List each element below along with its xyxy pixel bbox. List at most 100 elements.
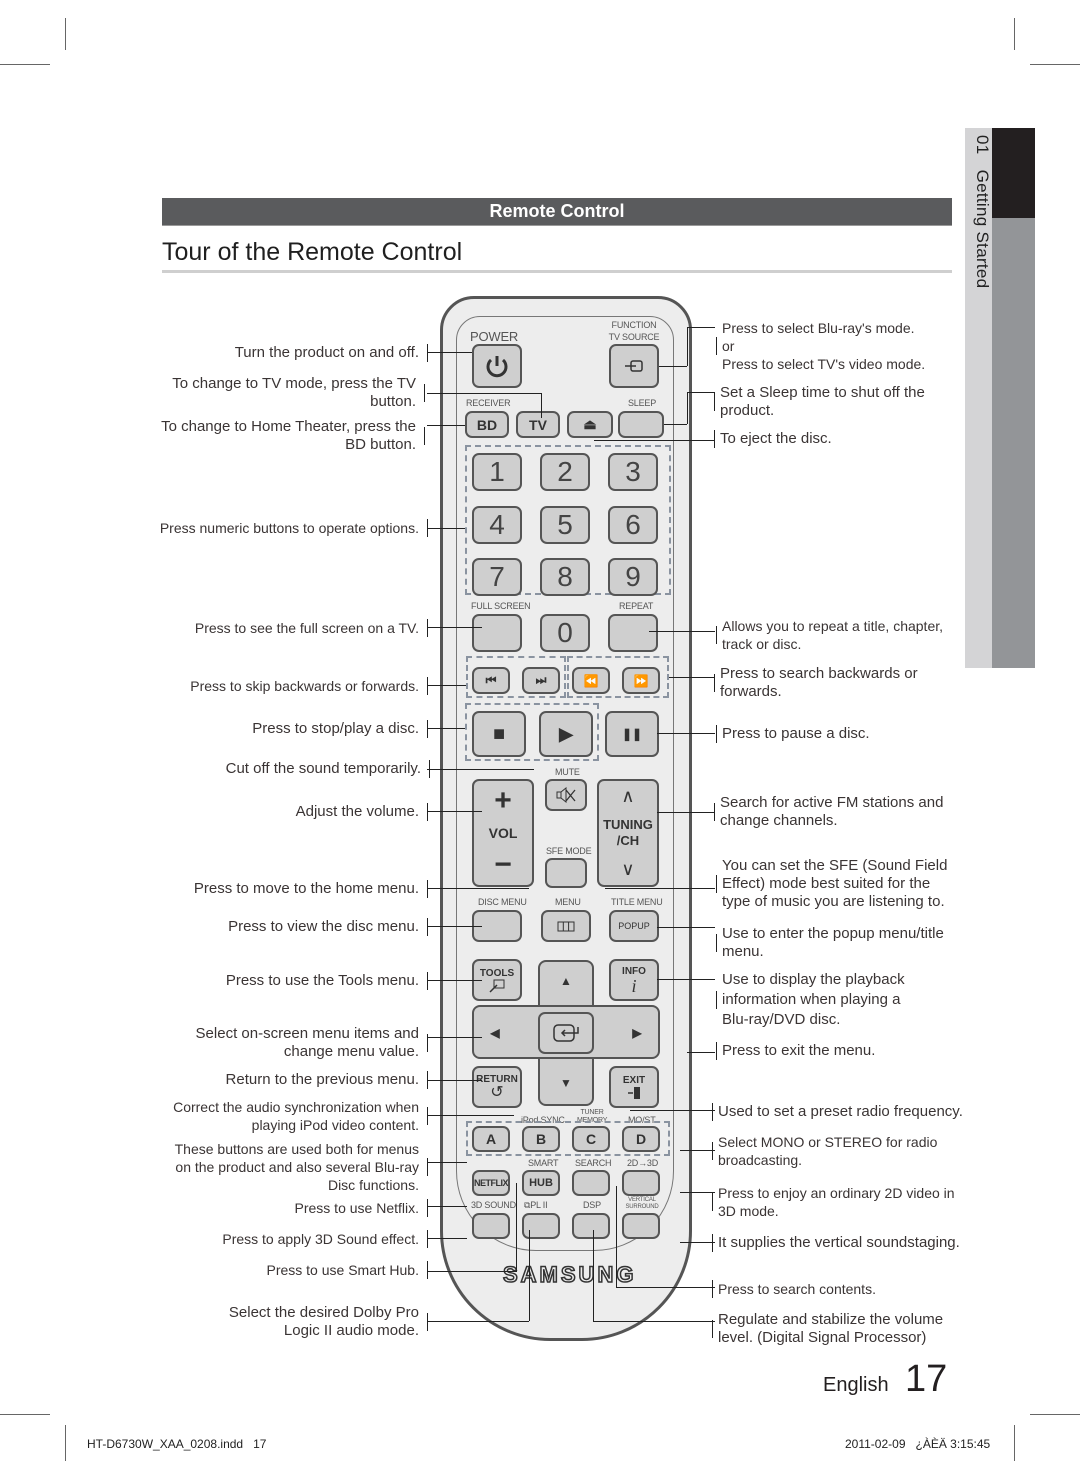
return-icon: ↺ — [490, 1083, 504, 1101]
leader-line — [680, 1242, 715, 1243]
leader-line — [427, 1271, 517, 1272]
leader-line — [669, 677, 715, 678]
note-tools: Press to use the Tools menu. — [225, 972, 419, 989]
skip-back-button[interactable]: ⏮ — [472, 667, 510, 694]
input-source-icon — [625, 360, 643, 372]
note-netflix: Press to use Netflix. — [294, 1200, 420, 1216]
digit-7-button[interactable]: 7 — [472, 558, 522, 596]
digit-4-button[interactable]: 4 — [472, 506, 522, 544]
b-button[interactable]: B — [522, 1126, 560, 1152]
print-file-name: HT-D6730W_XAA_0208.indd 17 — [87, 1437, 267, 1451]
leader-line — [687, 1052, 715, 1053]
dsp-button[interactable] — [572, 1213, 610, 1239]
power-label: POWER — [470, 329, 519, 344]
skip-forward-button[interactable]: ⏭ — [522, 667, 560, 694]
leader-line — [657, 733, 715, 734]
note-sleep: Set a Sleep time to shut off the product… — [720, 384, 925, 419]
stop-button[interactable]: ■ — [472, 711, 526, 757]
down-arrow-button[interactable]: ▼ — [549, 1068, 583, 1098]
volume-up-icon[interactable]: + — [494, 785, 512, 816]
leader-tick — [712, 1142, 713, 1160]
page-title: Tour of the Remote Control — [162, 238, 463, 266]
leader-line — [664, 424, 687, 425]
digit-9-button[interactable]: 9 — [608, 558, 658, 596]
bd-button[interactable]: BD — [465, 411, 509, 438]
leader-line — [687, 327, 715, 328]
digit-8-button[interactable]: 8 — [540, 558, 590, 596]
info-button[interactable]: INFO i — [609, 959, 659, 1001]
pause-button[interactable]: ❚❚ — [605, 711, 659, 757]
menu-label: MENU — [555, 897, 581, 907]
left-arrow-button[interactable]: ◀ — [480, 1018, 510, 1048]
eject-button[interactable]: ⏏ — [567, 411, 613, 438]
smart-hub-button[interactable]: HUB — [522, 1170, 560, 1196]
digit-6-button[interactable]: 6 — [608, 506, 658, 544]
leader-line — [593, 1321, 715, 1322]
leader-line — [427, 1115, 514, 1116]
volume-rocker[interactable]: + VOL − — [472, 779, 534, 887]
leader-line — [427, 888, 529, 889]
fast-forward-button[interactable]: ⏩ — [622, 667, 660, 694]
note-mo-st: Select MONO or STEREO for radio broadcas… — [718, 1134, 938, 1168]
page-number: 17 — [905, 1358, 948, 1400]
note-color-buttons: These buttons are used both for menus on… — [174, 1141, 419, 1193]
mute-button[interactable] — [545, 779, 587, 811]
tuning-channel-rocker[interactable]: ∧ TUNING/CH ∨ — [597, 779, 659, 887]
tv-source-label: TV SOURCE — [608, 332, 660, 342]
title-menu-popup-button[interactable]: POPUP — [609, 910, 659, 942]
note-stop-play: Press to stop/play a disc. — [252, 720, 419, 737]
volume-down-icon[interactable]: − — [494, 850, 512, 880]
sleep-button[interactable] — [618, 411, 664, 438]
digit-0-button[interactable]: 0 — [540, 614, 590, 652]
2d-to-3d-button[interactable] — [622, 1170, 660, 1196]
function-tv-source-button[interactable] — [609, 344, 659, 388]
exit-door-icon — [628, 1086, 640, 1099]
digit-3-button[interactable]: 3 — [608, 453, 658, 491]
leader-line — [427, 1206, 467, 1207]
enter-button[interactable] — [538, 1012, 594, 1054]
leader-line — [594, 440, 715, 441]
up-arrow-button[interactable]: ▲ — [549, 966, 583, 996]
d-button[interactable]: D — [622, 1126, 660, 1152]
sfe-mode-button[interactable] — [545, 858, 587, 888]
digit-1-button[interactable]: 1 — [472, 453, 522, 491]
note-power: Turn the product on and off. — [234, 344, 419, 361]
vertical-surround-label: VERTICAL SURROUND — [625, 1197, 659, 1210]
leader-line — [687, 392, 688, 424]
a-button[interactable]: A — [472, 1126, 510, 1152]
3d-sound-button[interactable] — [472, 1213, 510, 1239]
leader-tick — [716, 1042, 717, 1060]
leader-tick — [716, 626, 717, 644]
channel-up-icon[interactable]: ∧ — [621, 786, 634, 807]
chapter-tab-marker — [992, 128, 1035, 218]
pl2-button[interactable] — [522, 1213, 560, 1239]
right-arrow-button[interactable]: ▶ — [622, 1018, 652, 1048]
home-menu-button[interactable] — [541, 910, 591, 942]
info-label: INFO — [622, 965, 646, 977]
return-button[interactable]: RETURN ↺ — [472, 1066, 522, 1108]
netflix-button[interactable]: NETFLIX — [472, 1170, 510, 1196]
disc-menu-label: DISC MENU — [478, 897, 527, 907]
leader-tick — [427, 972, 428, 990]
leader-line — [541, 393, 542, 418]
leader-line — [657, 927, 715, 928]
rewind-button[interactable]: ⏪ — [572, 667, 610, 694]
play-button[interactable]: ▶ — [539, 711, 593, 757]
digit-5-button[interactable]: 5 — [540, 506, 590, 544]
channel-down-icon[interactable]: ∨ — [621, 859, 634, 880]
leader-tick — [427, 720, 428, 738]
title-divider — [162, 270, 952, 273]
repeat-button[interactable] — [608, 614, 658, 652]
tv-button[interactable]: TV — [516, 411, 560, 438]
search-button[interactable] — [572, 1170, 610, 1196]
power-button[interactable] — [472, 344, 522, 388]
leader-tick — [424, 384, 425, 402]
digit-2-button[interactable]: 2 — [540, 453, 590, 491]
full-screen-button[interactable] — [472, 614, 522, 652]
note-exit: Press to exit the menu. — [722, 1042, 876, 1059]
exit-button[interactable]: EXIT — [609, 1066, 659, 1108]
vertical-surround-button[interactable] — [622, 1213, 660, 1239]
c-button[interactable]: C — [572, 1126, 610, 1152]
leader-line — [427, 393, 541, 394]
crop-mark — [0, 64, 50, 65]
